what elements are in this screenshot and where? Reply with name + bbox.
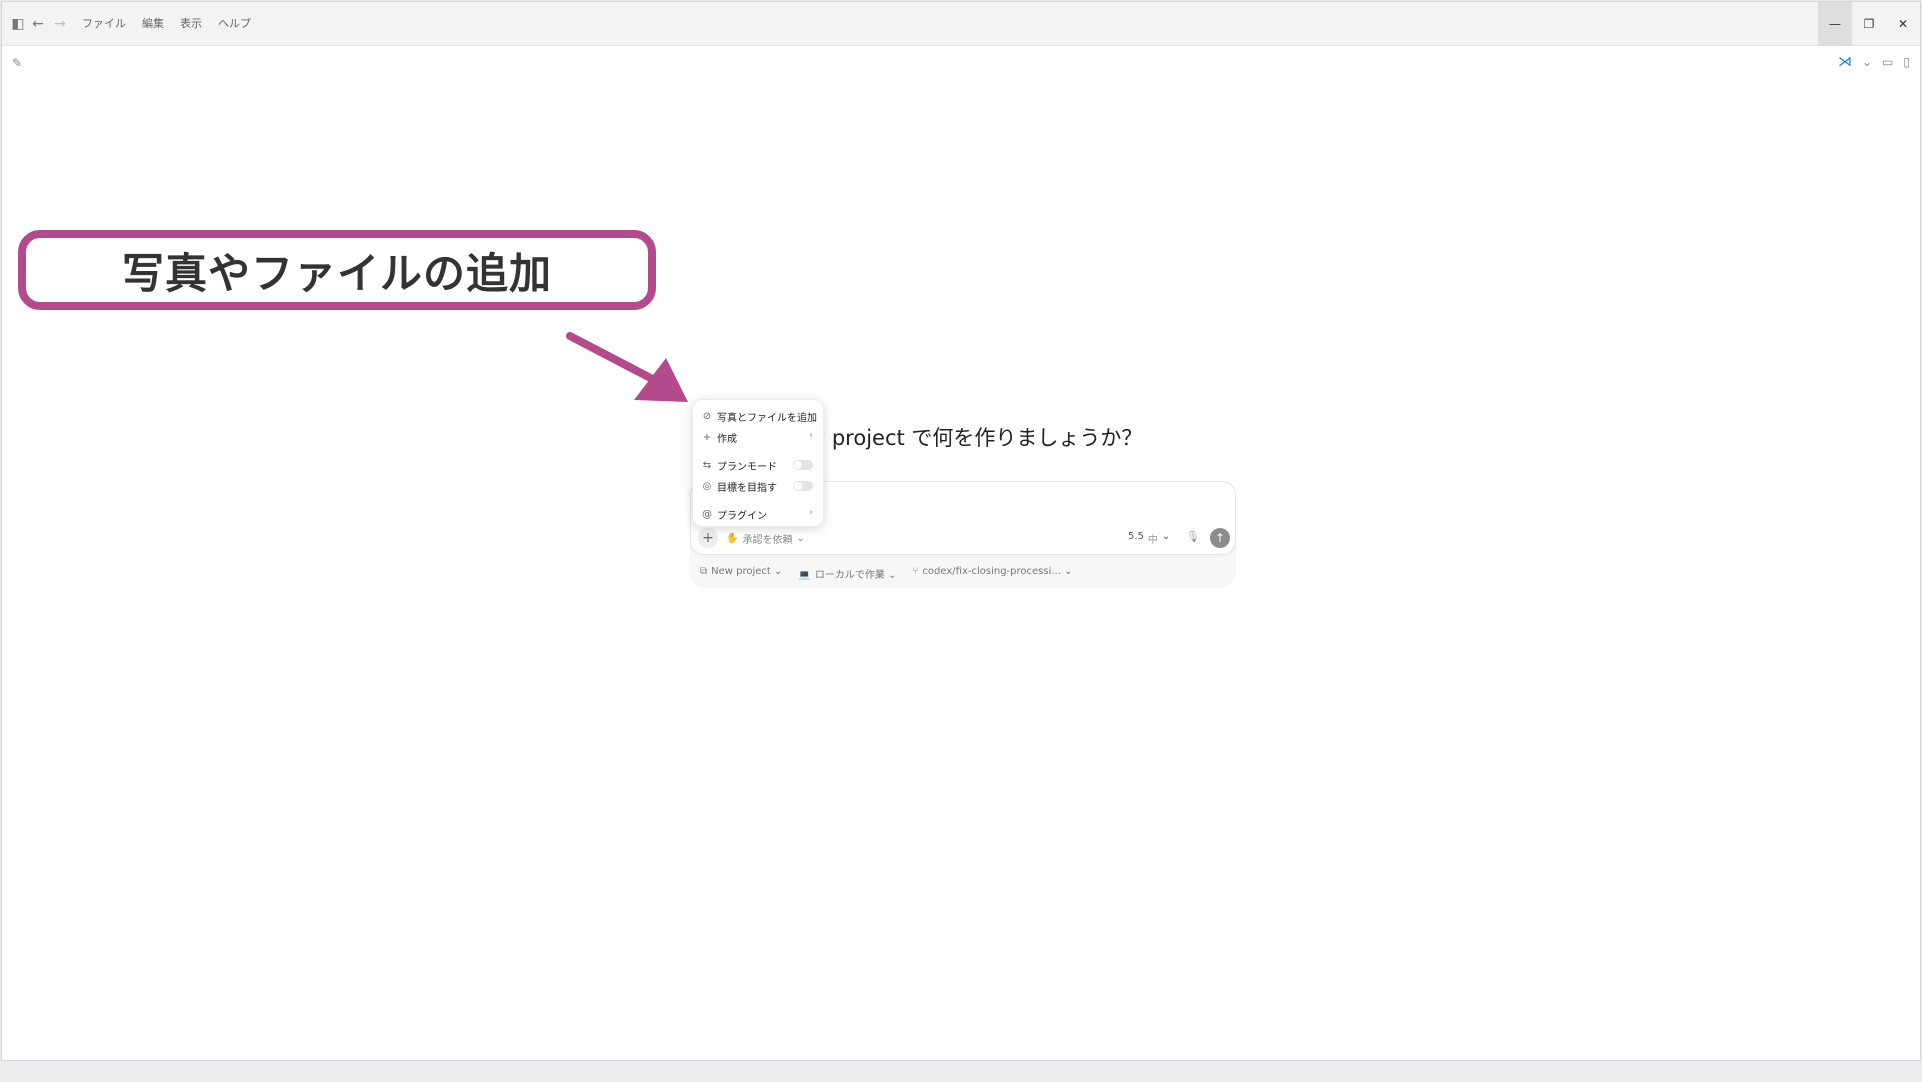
menu-view[interactable]: 表示 xyxy=(180,16,202,32)
branch-select[interactable]: ⑂ codex/fix-closing-processi... ⌄ xyxy=(912,566,1072,581)
approval-mode-select[interactable]: ✋ 承認を依頼 ⌄ xyxy=(726,531,805,546)
project-icon: ⧉ xyxy=(700,566,708,577)
hand-icon: ✋ xyxy=(726,533,739,544)
composer-footer: ⧉ New project ⌄ 💻 ローカルで作業 ⌄ ⑂ codex/fix-clo… xyxy=(700,566,1072,581)
top-right-tools: ⋊ ⌄ ▭ ▯ xyxy=(1838,54,1910,70)
chevron-right-icon: › xyxy=(809,430,813,441)
side-panel-icon[interactable]: ▯ xyxy=(1903,55,1910,69)
location-select[interactable]: 💻 ローカルで作業 ⌄ xyxy=(798,566,896,581)
back-arrow-icon[interactable]: ← xyxy=(30,16,46,32)
menu-item-plugins[interactable]: @ プラグイン xyxy=(701,507,767,522)
menu-help[interactable]: ヘルプ xyxy=(218,16,251,32)
branch-label: codex/fix-closing-processi... xyxy=(922,566,1061,577)
annotation-arrow-icon xyxy=(566,332,688,402)
menu-file[interactable]: ファイル xyxy=(82,16,126,32)
project-label: New project xyxy=(711,566,771,577)
plan-icon: ⇆ xyxy=(702,460,712,471)
laptop-icon: 💻 xyxy=(798,570,811,581)
menu-item-label: プランモード xyxy=(717,462,777,473)
goal-toggle[interactable] xyxy=(793,481,813,491)
paperclip-icon: ⊘ xyxy=(702,411,712,422)
vscode-icon[interactable]: ⋊ xyxy=(1838,54,1852,70)
chevron-down-icon: ⌄ xyxy=(1161,531,1171,542)
chevron-down-icon: ⌄ xyxy=(796,533,805,544)
menu-item-create[interactable]: + 作成 xyxy=(701,430,817,445)
menu-item-label: 写真とファイルを追加 xyxy=(717,413,817,424)
menu-item-goal[interactable]: ◎ 目標を目指す xyxy=(701,479,777,494)
project-select[interactable]: ⧉ New project ⌄ xyxy=(700,566,782,581)
menu-item-label: 作成 xyxy=(717,434,737,445)
titlebar: ◧ ← → ファイル 編集 表示 ヘルプ — ❐ ✕ xyxy=(2,2,1920,46)
menu-bar: ファイル 編集 表示 ヘルプ xyxy=(82,16,267,32)
minimize-button[interactable]: — xyxy=(1818,2,1852,46)
chevron-right-icon: › xyxy=(809,507,813,518)
model-version: 5.5 xyxy=(1128,531,1144,542)
terminal-panel-icon[interactable]: ▭ xyxy=(1882,55,1893,69)
mic-icon[interactable]: 🎙 xyxy=(1186,530,1200,543)
send-button[interactable]: ↑ xyxy=(1210,528,1230,548)
forward-arrow-icon[interactable]: → xyxy=(52,16,68,32)
at-icon: @ xyxy=(702,509,712,520)
menu-item-label: 目標を目指す xyxy=(717,483,777,494)
menu-edit[interactable]: 編集 xyxy=(142,16,164,32)
menu-item-plan-mode[interactable]: ⇆ プランモード xyxy=(701,458,777,473)
annotation-callout: 写真やファイルの追加 xyxy=(18,230,656,310)
attachment-menu: ⊘ 写真とファイルを追加 + 作成 › ⇆ プランモード ◎ 目標を目指す @ … xyxy=(692,399,824,527)
menu-item-label: プラグイン xyxy=(717,511,767,522)
location-label: ローカルで作業 xyxy=(814,570,885,581)
annotation-text: 写真やファイルの追加 xyxy=(121,248,552,298)
plan-mode-toggle[interactable] xyxy=(793,460,813,470)
restore-button[interactable]: ❐ xyxy=(1852,2,1886,46)
sidebar-toggle-icon[interactable]: ◧ xyxy=(10,16,26,32)
desktop-strip xyxy=(0,1062,1922,1082)
effort-label: 中 xyxy=(1147,535,1158,546)
menu-item-add-files[interactable]: ⊘ 写真とファイルを追加 xyxy=(701,409,817,424)
approval-mode-label: 承認を依頼 xyxy=(742,535,793,546)
model-select[interactable]: 5.5 中 ⌄ xyxy=(1128,531,1170,546)
add-attachment-button[interactable]: + xyxy=(698,528,718,548)
new-chat-icon[interactable]: ✎ xyxy=(12,56,26,70)
close-button[interactable]: ✕ xyxy=(1886,2,1920,46)
branch-icon: ⑂ xyxy=(912,566,919,577)
target-icon: ◎ xyxy=(702,481,712,492)
page-title: w project で何を作りましょうか？ xyxy=(808,426,1143,450)
chevron-down-icon[interactable]: ⌄ xyxy=(1862,55,1872,69)
app-window: ◧ ← → ファイル 編集 表示 ヘルプ — ❐ ✕ ✎ ⋊ ⌄ ▭ ▯ w p… xyxy=(1,1,1921,1061)
plus-icon: + xyxy=(702,432,712,443)
